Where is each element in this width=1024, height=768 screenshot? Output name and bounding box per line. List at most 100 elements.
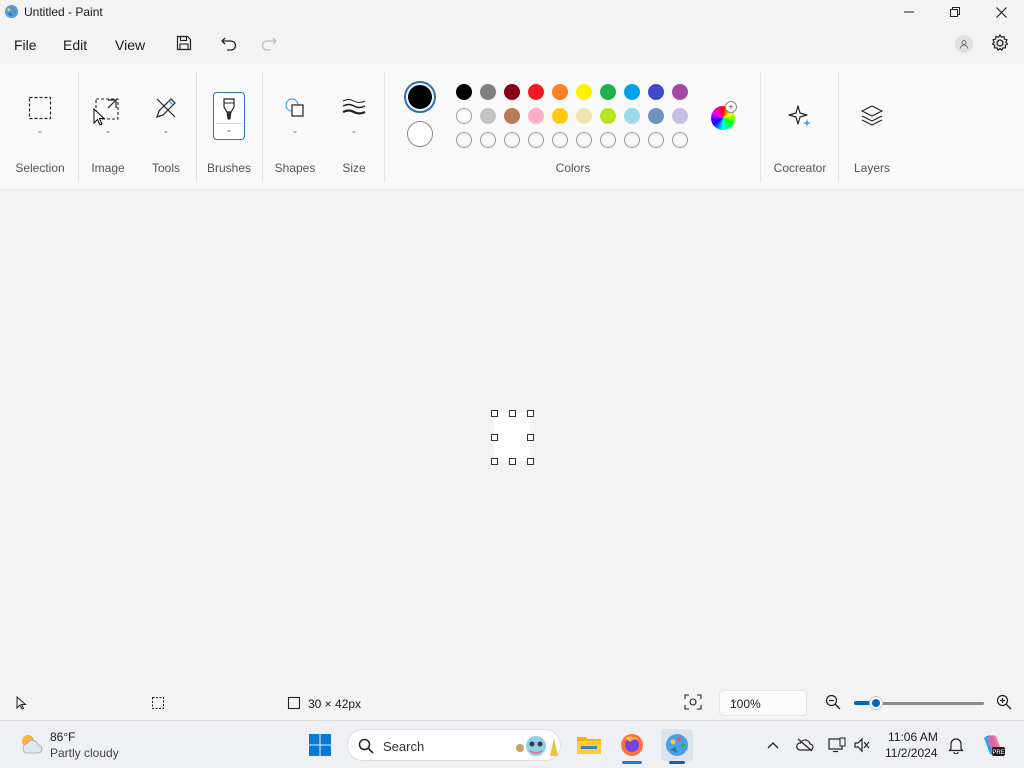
color-swatch[interactable]: [528, 84, 544, 100]
color-swatch[interactable]: [480, 84, 496, 100]
rectangle-select-icon: [28, 96, 52, 120]
undo-button[interactable]: [216, 30, 242, 56]
custom-color-slot[interactable]: [624, 132, 640, 148]
minimize-button[interactable]: [886, 0, 932, 24]
fit-to-window-button[interactable]: [684, 694, 704, 712]
canvas-workspace[interactable]: [0, 191, 1024, 688]
chevron-down-icon[interactable]: ⌄: [214, 125, 244, 134]
menu-bar: File Edit View: [0, 26, 1024, 62]
brushes-button[interactable]: ⌄: [213, 92, 245, 140]
color-swatch[interactable]: [648, 108, 664, 124]
color-swatch[interactable]: [600, 84, 616, 100]
chevron-down-icon[interactable]: ⌄: [138, 126, 194, 135]
resize-handle[interactable]: [527, 458, 534, 465]
resize-handle[interactable]: [491, 458, 498, 465]
drawing-canvas[interactable]: [494, 413, 530, 461]
clock-time[interactable]: 11:06 AM: [888, 730, 938, 744]
custom-color-slot[interactable]: [528, 132, 544, 148]
chevron-down-icon[interactable]: ⌄: [0, 126, 80, 135]
custom-color-slot[interactable]: [456, 132, 472, 148]
custom-color-slot[interactable]: [672, 132, 688, 148]
file-explorer-app[interactable]: [573, 729, 605, 761]
color-swatch[interactable]: [672, 108, 688, 124]
primary-color-button[interactable]: [404, 81, 436, 113]
size-button[interactable]: [342, 96, 366, 120]
selection-button[interactable]: [28, 96, 52, 120]
brush-icon: [223, 98, 235, 120]
resize-handle[interactable]: [527, 434, 534, 441]
windows-start-icon[interactable]: [308, 733, 332, 757]
save-icon: [176, 35, 192, 51]
menu-file[interactable]: File: [14, 37, 37, 53]
tools-label: Tools: [151, 161, 180, 175]
color-swatch[interactable]: [576, 108, 592, 124]
color-swatch[interactable]: [528, 108, 544, 124]
profile-button[interactable]: [955, 35, 973, 53]
show-hidden-icons-button[interactable]: [763, 735, 783, 755]
selection-label: Selection: [15, 161, 65, 175]
divider: [262, 72, 263, 182]
resize-handle[interactable]: [491, 410, 498, 417]
layers-icon: [861, 105, 883, 126]
undo-icon: [221, 37, 237, 51]
color-swatch[interactable]: [456, 84, 472, 100]
color-swatch[interactable]: [576, 84, 592, 100]
settings-button[interactable]: [989, 32, 1011, 54]
notifications-button[interactable]: [946, 735, 966, 755]
menu-edit[interactable]: Edit: [63, 37, 87, 53]
custom-color-slot[interactable]: [552, 132, 568, 148]
custom-color-slot[interactable]: [480, 132, 496, 148]
restore-button[interactable]: [932, 0, 978, 24]
size-group: ⌄ Size: [326, 64, 382, 190]
custom-color-slot[interactable]: [504, 132, 520, 148]
layers-button[interactable]: [860, 104, 884, 128]
color-swatch[interactable]: [672, 84, 688, 100]
save-button[interactable]: [171, 30, 197, 56]
secondary-color-button[interactable]: [407, 121, 433, 147]
tools-button[interactable]: [154, 96, 178, 120]
cocreator-button[interactable]: [788, 104, 812, 128]
resize-handle[interactable]: [509, 458, 516, 465]
mouse-cursor-icon: [93, 108, 105, 126]
firefox-app[interactable]: [616, 729, 648, 761]
shapes-button[interactable]: [283, 96, 307, 120]
color-swatch[interactable]: [648, 84, 664, 100]
clock-date[interactable]: 11/2/2024: [885, 746, 938, 760]
custom-color-slot[interactable]: [576, 132, 592, 148]
zoom-out-icon: [825, 694, 841, 710]
chevron-down-icon[interactable]: ⌄: [326, 126, 382, 135]
chevron-down-icon[interactable]: ⌄: [264, 126, 326, 135]
network-button[interactable]: [827, 735, 847, 755]
volume-button[interactable]: [852, 735, 872, 755]
zoom-in-button[interactable]: [996, 694, 1014, 712]
close-button[interactable]: [978, 0, 1024, 24]
color-swatch[interactable]: [624, 108, 640, 124]
color-swatch[interactable]: [480, 108, 496, 124]
paint-app[interactable]: [661, 729, 693, 761]
color-swatch[interactable]: [552, 108, 568, 124]
shapes-group: ⌄ Shapes: [264, 64, 326, 190]
color-swatch[interactable]: [624, 84, 640, 100]
zoom-slider-thumb[interactable]: [870, 697, 883, 709]
chevron-down-icon[interactable]: ⌄: [80, 126, 136, 135]
color-swatch[interactable]: [552, 84, 568, 100]
resize-handle[interactable]: [527, 410, 534, 417]
custom-color-slot[interactable]: [600, 132, 616, 148]
color-swatch[interactable]: [456, 108, 472, 124]
color-swatch[interactable]: [504, 108, 520, 124]
redo-button[interactable]: [256, 30, 282, 56]
menu-view[interactable]: View: [115, 37, 145, 53]
taskbar-search[interactable]: Search: [347, 729, 561, 761]
zoom-dropdown[interactable]: 100% ⌄: [719, 690, 807, 716]
color-swatch[interactable]: [600, 108, 616, 124]
color-swatch[interactable]: [504, 84, 520, 100]
copilot-button[interactable]: PRE: [980, 732, 1006, 758]
resize-handle[interactable]: [491, 434, 498, 441]
custom-color-slot[interactable]: [648, 132, 664, 148]
chevron-up-icon: [767, 742, 779, 749]
zoom-out-button[interactable]: [825, 694, 843, 712]
canvas-size-icon: [287, 696, 301, 710]
resize-handle[interactable]: [509, 410, 516, 417]
onedrive-button[interactable]: [795, 735, 815, 755]
paint-active-indicator: [669, 761, 685, 764]
